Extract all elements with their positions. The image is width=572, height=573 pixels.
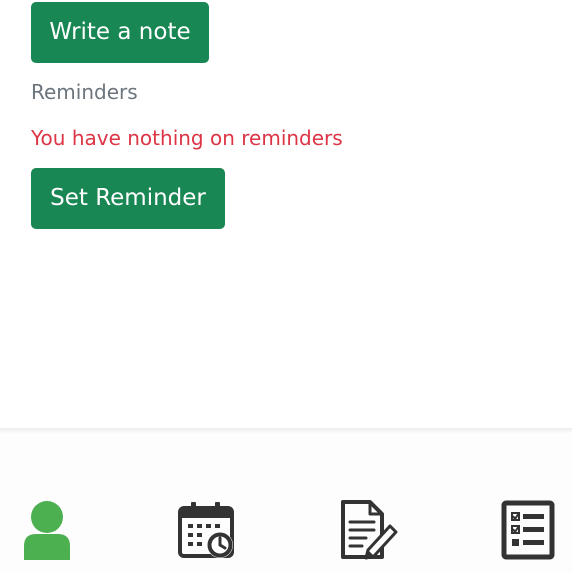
set-reminder-button[interactable]: Set Reminder [31, 168, 225, 229]
reminders-heading: Reminders [31, 80, 138, 104]
write-note-button[interactable]: Write a note [31, 2, 209, 63]
edit-document-icon [341, 500, 398, 560]
nav-item-calendar[interactable] [176, 499, 238, 561]
main-content: Write a note Reminders You have nothing … [0, 0, 572, 428]
bottom-nav [0, 434, 572, 573]
user-icon [24, 501, 70, 560]
calendar-clock-icon [178, 502, 234, 558]
nav-item-checklist[interactable] [497, 499, 559, 561]
checklist-icon [501, 500, 555, 560]
reminders-empty-message: You have nothing on reminders [31, 126, 343, 150]
nav-item-profile[interactable] [16, 499, 78, 561]
nav-item-notes[interactable] [337, 499, 399, 561]
